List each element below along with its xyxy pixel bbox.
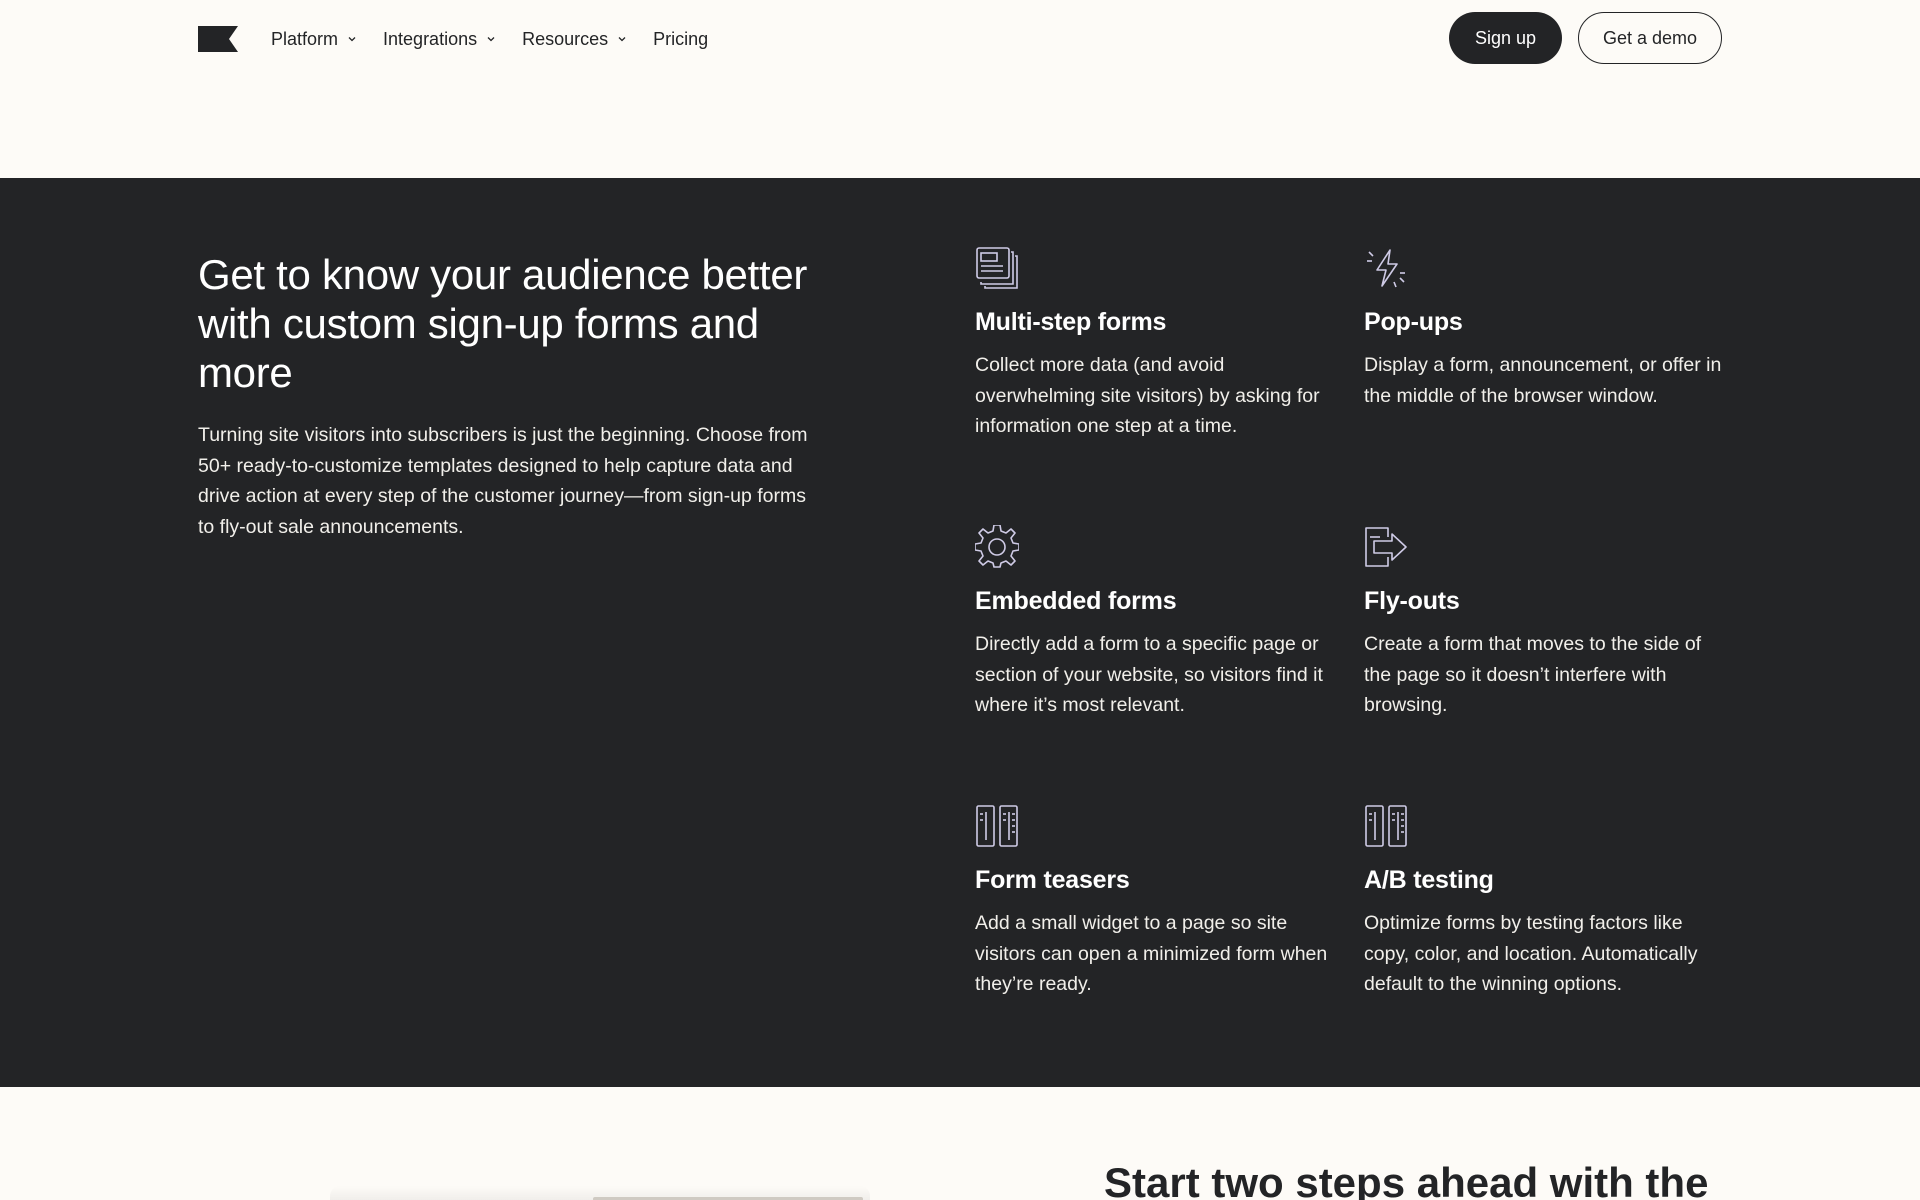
- feature-title: A/B testing: [1364, 866, 1494, 894]
- feature-description: Directly add a form to a specific page o…: [975, 633, 1323, 716]
- forms-feature-section: Get to know your audience better with cu…: [0, 178, 1920, 1087]
- feature-description: Add a small widget to a page so site vis…: [975, 912, 1328, 995]
- feature-embedded-forms: Embedded forms Directly add a form to a …: [975, 525, 1335, 721]
- nav-item-label: Integrations: [383, 28, 478, 49]
- nav-item-integrations[interactable]: Integrations: [383, 29, 496, 50]
- feature-fly-outs: Fly-outs Create a form that moves to the…: [1364, 525, 1724, 721]
- sign-up-button[interactable]: Sign up: [1449, 12, 1562, 64]
- feature-multi-step-forms: Multi-step forms Collect more data (and …: [975, 246, 1335, 442]
- feature-description: Create a form that moves to the side of …: [1364, 633, 1702, 716]
- feature-title: Embedded forms: [975, 587, 1177, 615]
- nav-item-label: Pricing: [653, 28, 709, 49]
- feature-description: Optimize forms by testing factors like c…: [1364, 912, 1698, 995]
- feature-pop-ups: Pop-ups Display a form, announcement, or…: [1364, 246, 1724, 411]
- gear-icon: [975, 525, 1019, 568]
- klaviyo-flag-logo[interactable]: [198, 26, 238, 52]
- feature-title: Multi-step forms: [975, 308, 1167, 336]
- feature-title: Form teasers: [975, 866, 1130, 894]
- split-panels-icon: [1365, 805, 1407, 847]
- lightning-icon: [1367, 249, 1405, 288]
- get-a-demo-button[interactable]: Get a demo: [1578, 12, 1722, 64]
- chevron-down-icon: [618, 37, 626, 42]
- chevron-down-icon: [487, 37, 495, 42]
- nav-item-platform[interactable]: Platform: [271, 29, 357, 50]
- nav-item-label: Platform: [271, 28, 339, 49]
- feature-title: Fly-outs: [1364, 587, 1460, 615]
- section-headline: Get to know your audience better with cu…: [198, 251, 808, 396]
- next-section-heading: Start two steps ahead with the: [1104, 1159, 1709, 1200]
- top-navigation: Platform Integrations Resources Pricing …: [0, 0, 1920, 78]
- nav-menu: Platform Integrations Resources Pricing: [271, 26, 734, 52]
- split-panels-icon: [976, 805, 1018, 847]
- chevron-down-icon: [348, 37, 356, 42]
- nav-item-resources[interactable]: Resources: [522, 29, 627, 50]
- feature-form-teasers: Form teasers Add a small widget to a pag…: [975, 804, 1335, 1000]
- feature-description: Collect more data (and avoid overwhelmin…: [975, 354, 1320, 437]
- feature-title: Pop-ups: [1364, 308, 1463, 336]
- arrow-right-box-icon: [1365, 527, 1407, 567]
- feature-description: Display a form, announcement, or offer i…: [1364, 354, 1722, 407]
- feature-ab-testing: A/B testing Optimize forms by testing fa…: [1364, 804, 1724, 1000]
- nav-item-label: Resources: [522, 28, 609, 49]
- stacked-pages-icon: [976, 247, 1018, 289]
- section-description: Turning site visitors into subscribers i…: [198, 424, 808, 538]
- nav-item-pricing[interactable]: Pricing: [653, 29, 708, 50]
